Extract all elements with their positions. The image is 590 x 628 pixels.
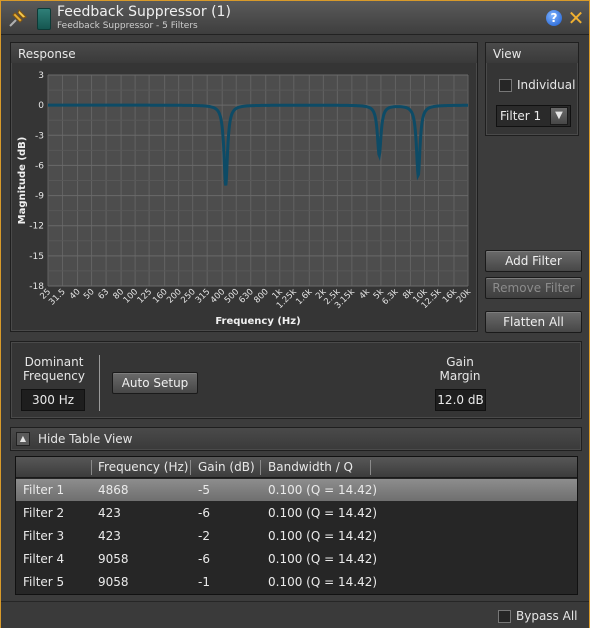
window-subtitle: Feedback Suppressor - 5 Filters bbox=[57, 21, 198, 31]
y-tick-label: -3 bbox=[35, 131, 44, 141]
row-bandwidth: 0.100 (Q = 14.42) bbox=[268, 552, 378, 566]
row-gain: -6 bbox=[198, 506, 210, 520]
dominant-frequency-field[interactable]: 300 Hz bbox=[21, 389, 85, 411]
x-tick-label: 31.5 bbox=[47, 287, 67, 307]
help-icon[interactable]: ? bbox=[546, 10, 562, 26]
col-gain[interactable]: Gain (dB) bbox=[198, 460, 255, 474]
bypass-all-checkbox[interactable] bbox=[498, 610, 511, 623]
x-tick-label: 630 bbox=[237, 287, 256, 306]
row-name: Filter 3 bbox=[23, 529, 65, 543]
row-name: Filter 1 bbox=[23, 483, 65, 497]
row-gain: -2 bbox=[198, 529, 210, 543]
col-bandwidth[interactable]: Bandwidth / Q bbox=[268, 460, 353, 474]
col-freq[interactable]: Frequency (Hz) bbox=[98, 460, 189, 474]
y-tick-label: -9 bbox=[35, 192, 44, 202]
individual-label: Individual bbox=[517, 78, 576, 92]
close-icon[interactable]: ✕ bbox=[567, 8, 585, 28]
table-row[interactable]: Filter 1 4868 -5 0.100 (Q = 14.42) bbox=[16, 479, 577, 501]
y-tick-label: -6 bbox=[35, 161, 44, 171]
row-bandwidth: 0.100 (Q = 14.42) bbox=[268, 575, 378, 589]
table-row[interactable]: Filter 2 423 -6 0.100 (Q = 14.42) bbox=[16, 502, 577, 524]
x-tick-label: 1.6k bbox=[294, 287, 314, 307]
row-name: Filter 5 bbox=[23, 575, 65, 589]
row-frequency: 9058 bbox=[98, 575, 129, 589]
x-tick-label: 50 bbox=[82, 287, 97, 302]
x-axis-label: Frequency (Hz) bbox=[215, 316, 300, 327]
row-gain: -1 bbox=[198, 575, 210, 589]
pin-icon[interactable] bbox=[7, 7, 29, 29]
x-tick-label: 800 bbox=[252, 287, 271, 306]
divider bbox=[99, 355, 100, 411]
row-bandwidth: 0.100 (Q = 14.42) bbox=[268, 506, 378, 520]
gain-margin-field[interactable]: 12.0 dB bbox=[435, 389, 486, 411]
x-tick-label: 4k bbox=[358, 287, 372, 301]
add-filter-button[interactable]: Add Filter bbox=[485, 250, 582, 272]
title-bar: Feedback Suppressor (1) Feedback Suppres… bbox=[1, 1, 589, 35]
setup-panel: Dominant Frequency 300 Hz Auto Setup Gai… bbox=[10, 341, 582, 419]
y-tick-label: -12 bbox=[29, 222, 44, 232]
x-tick-label: 315 bbox=[194, 287, 213, 306]
feedback-suppressor-window: Feedback Suppressor (1) Feedback Suppres… bbox=[0, 0, 590, 628]
individual-checkbox[interactable] bbox=[499, 79, 512, 92]
row-bandwidth: 0.100 (Q = 14.42) bbox=[268, 529, 378, 543]
auto-setup-button[interactable]: Auto Setup bbox=[112, 372, 198, 394]
view-panel: View Individual Filter 1 ▼ bbox=[485, 42, 579, 136]
x-tick-label: 6.3k bbox=[380, 287, 400, 307]
app-icon bbox=[37, 8, 51, 30]
x-tick-label: 63 bbox=[96, 287, 111, 302]
remove-filter-button[interactable]: Remove Filter bbox=[485, 277, 582, 299]
filter-table: Frequency (Hz) Gain (dB) Bandwidth / Q F… bbox=[15, 456, 578, 595]
y-tick-label: -18 bbox=[29, 282, 44, 292]
row-bandwidth: 0.100 (Q = 14.42) bbox=[268, 483, 378, 497]
y-tick-label: 0 bbox=[38, 101, 44, 111]
collapse-icon[interactable]: ▲ bbox=[16, 432, 30, 446]
row-frequency: 423 bbox=[98, 529, 121, 543]
bypass-all-label: Bypass All bbox=[516, 609, 578, 623]
x-tick-label: 40 bbox=[68, 287, 83, 302]
table-row[interactable]: Filter 5 9058 -1 0.100 (Q = 14.42) bbox=[16, 571, 577, 593]
chevron-down-icon[interactable]: ▼ bbox=[550, 107, 568, 125]
response-chart: 2531.5 40 50 63 8010012516020025031540050063… bbox=[17, 71, 473, 327]
table-row[interactable]: Filter 4 9058 -6 0.100 (Q = 14.42) bbox=[16, 548, 577, 570]
flatten-all-button[interactable]: Flatten All bbox=[485, 311, 582, 333]
gain-margin-label: Gain Margin bbox=[439, 355, 481, 383]
y-tick-label: -15 bbox=[29, 252, 44, 262]
row-gain: -6 bbox=[198, 552, 210, 566]
x-tick-label: 125 bbox=[136, 287, 155, 306]
window-title: Feedback Suppressor (1) bbox=[57, 4, 231, 20]
view-title: View bbox=[493, 47, 522, 61]
table-view-header[interactable]: ▲ Hide Table View bbox=[10, 427, 582, 451]
dominant-label: Dominant Frequency bbox=[23, 355, 85, 383]
filter-select-value: Filter 1 bbox=[500, 109, 542, 123]
y-tick-label: 3 bbox=[38, 71, 44, 81]
row-name: Filter 2 bbox=[23, 506, 65, 520]
row-frequency: 4868 bbox=[98, 483, 129, 497]
row-frequency: 423 bbox=[98, 506, 121, 520]
table-row[interactable]: Filter 3 423 -2 0.100 (Q = 14.42) bbox=[16, 525, 577, 547]
response-title: Response bbox=[18, 47, 76, 61]
row-name: Filter 4 bbox=[23, 552, 65, 566]
y-axis-label: Magnitude (dB) bbox=[17, 137, 28, 225]
row-gain: -5 bbox=[198, 483, 210, 497]
table-view-toggle[interactable]: Hide Table View bbox=[38, 432, 133, 446]
table-header: Frequency (Hz) Gain (dB) Bandwidth / Q bbox=[16, 457, 577, 478]
row-frequency: 9058 bbox=[98, 552, 129, 566]
x-tick-label: 20k bbox=[455, 287, 473, 305]
response-panel: Response 25 31.5 40 50 63 80 100 125 160 200 250 31… bbox=[10, 42, 478, 332]
footer-bar: Bypass All bbox=[1, 601, 589, 628]
